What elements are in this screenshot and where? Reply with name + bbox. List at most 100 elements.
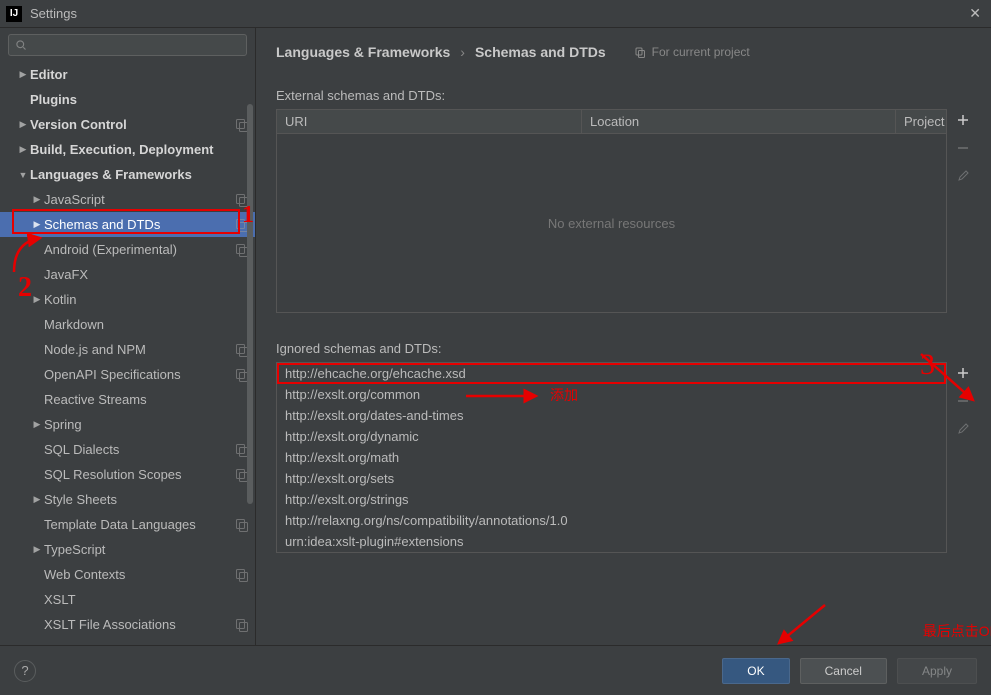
copy-icon — [634, 46, 646, 58]
sidebar-item-version-control[interactable]: ▶Version Control — [0, 112, 255, 137]
ignored-schemas-list[interactable]: http://ehcache.org/ehcache.xsdhttp://exs… — [276, 362, 947, 553]
footer: ? OK Cancel Apply — [0, 645, 991, 695]
ignored-schema-row[interactable]: http://ehcache.org/ehcache.xsd — [277, 363, 946, 384]
ignored-section-label: Ignored schemas and DTDs: — [276, 341, 977, 356]
table-header: URI Location Project — [277, 110, 946, 134]
sidebar-item-kotlin[interactable]: ▶Kotlin — [0, 287, 255, 312]
titlebar: IJ Settings ✕ — [0, 0, 991, 28]
sidebar-item-markdown[interactable]: Markdown — [0, 312, 255, 337]
chevron-icon: ▶ — [16, 144, 30, 155]
window-title: Settings — [30, 6, 965, 21]
sidebar-item-label: Kotlin — [44, 292, 249, 307]
sidebar-item-label: Template Data Languages — [44, 517, 235, 532]
sidebar-item-sql-resolution-scopes[interactable]: SQL Resolution Scopes — [0, 462, 255, 487]
project-scope-badge: For current project — [634, 45, 750, 59]
sidebar-item-spring[interactable]: ▶Spring — [0, 412, 255, 437]
ignored-schema-row[interactable]: http://exslt.org/sets — [277, 468, 946, 489]
annotation-ok-label: 最后点击OK — [923, 621, 991, 641]
edit-ignored-button[interactable] — [954, 420, 972, 438]
sidebar-item-javafx[interactable]: JavaFX — [0, 262, 255, 287]
annotation-mark-3: 3 — [920, 348, 935, 382]
help-button[interactable]: ? — [14, 660, 36, 682]
th-uri[interactable]: URI — [277, 110, 582, 133]
sidebar-item-android-experimental-[interactable]: Android (Experimental) — [0, 237, 255, 262]
chevron-icon: ▶ — [16, 69, 30, 80]
add-external-button[interactable] — [954, 111, 972, 129]
breadcrumb-parent[interactable]: Languages & Frameworks — [276, 44, 450, 60]
sidebar-item-languages-frameworks[interactable]: ▼Languages & Frameworks — [0, 162, 255, 187]
sidebar-item-label: Schemas and DTDs — [44, 217, 235, 232]
sidebar-item-javascript[interactable]: ▶JavaScript — [0, 187, 255, 212]
sidebar-item-build-execution-deployment[interactable]: ▶Build, Execution, Deployment — [0, 137, 255, 162]
sidebar-item-label: Web Contexts — [44, 567, 235, 582]
app-logo: IJ — [6, 6, 22, 22]
ignored-schema-row[interactable]: http://exslt.org/strings — [277, 489, 946, 510]
sidebar-item-label: Version Control — [30, 117, 235, 132]
search-input[interactable] — [8, 34, 247, 56]
breadcrumb-current: Schemas and DTDs — [475, 44, 606, 60]
external-actions — [949, 109, 977, 313]
sidebar-item-editor[interactable]: ▶Editor — [0, 62, 255, 87]
search-field[interactable] — [31, 38, 240, 52]
sidebar-item-template-data-languages[interactable]: Template Data Languages — [0, 512, 255, 537]
sidebar-item-label: Markdown — [44, 317, 249, 332]
chevron-icon: ▼ — [16, 170, 30, 180]
sidebar-item-label: XSLT — [44, 592, 249, 607]
main-panel: Languages & Frameworks › Schemas and DTD… — [256, 28, 991, 645]
close-icon[interactable]: ✕ — [965, 5, 985, 22]
sidebar-item-style-sheets[interactable]: ▶Style Sheets — [0, 487, 255, 512]
external-schemas-table: URI Location Project No external resourc… — [276, 109, 947, 313]
external-section-label: External schemas and DTDs: — [276, 88, 977, 103]
sidebar-item-reactive-streams[interactable]: Reactive Streams — [0, 387, 255, 412]
sidebar-item-label: Plugins — [30, 92, 249, 107]
sidebar-item-schemas-and-dtds[interactable]: ▶Schemas and DTDs — [0, 212, 255, 237]
sidebar-item-label: JavaScript — [44, 192, 235, 207]
chevron-icon: ▶ — [16, 119, 30, 130]
sidebar-item-web-contexts[interactable]: Web Contexts — [0, 562, 255, 587]
sidebar-item-xslt[interactable]: XSLT — [0, 587, 255, 612]
chevron-icon: ▶ — [30, 544, 44, 555]
sidebar-item-node-js-and-npm[interactable]: Node.js and NPM — [0, 337, 255, 362]
sidebar-item-label: Android (Experimental) — [44, 242, 235, 257]
cancel-button[interactable]: Cancel — [800, 658, 887, 684]
sidebar-item-label: SQL Dialects — [44, 442, 235, 457]
ignored-schema-row[interactable]: urn:idea:xslt-plugin#extensions — [277, 531, 946, 552]
sidebar-item-label: Reactive Streams — [44, 392, 249, 407]
sidebar-item-xslt-file-associations[interactable]: XSLT File Associations — [0, 612, 255, 637]
sidebar-item-plugins[interactable]: Plugins — [0, 87, 255, 112]
sidebar-item-typescript[interactable]: ▶TypeScript — [0, 537, 255, 562]
annotation-mark-1: 1 — [242, 202, 254, 229]
annotation-arrow-ok — [771, 601, 831, 649]
sidebar-item-label: TypeScript — [44, 542, 249, 557]
apply-button[interactable]: Apply — [897, 658, 977, 684]
edit-external-button[interactable] — [954, 167, 972, 185]
chevron-icon: ▶ — [30, 294, 44, 305]
empty-message: No external resources — [277, 134, 946, 312]
sidebar-item-openapi-specifications[interactable]: OpenAPI Specifications — [0, 362, 255, 387]
ignored-schema-row[interactable]: http://exslt.org/dynamic — [277, 426, 946, 447]
ignored-schema-row[interactable]: http://exslt.org/common — [277, 384, 946, 405]
chevron-icon: ▶ — [30, 194, 44, 205]
sidebar-item-sql-dialects[interactable]: SQL Dialects — [0, 437, 255, 462]
annotation-mark-2: 2 — [18, 272, 32, 304]
breadcrumb: Languages & Frameworks › Schemas and DTD… — [276, 38, 977, 66]
add-ignored-button[interactable] — [954, 364, 972, 382]
remove-ignored-button[interactable] — [954, 392, 972, 410]
ok-button[interactable]: OK — [722, 658, 789, 684]
chevron-icon: ▶ — [30, 494, 44, 505]
th-project[interactable]: Project — [896, 110, 946, 133]
sidebar: ▶EditorPlugins▶Version Control▶Build, Ex… — [0, 28, 256, 645]
ignored-actions — [949, 362, 977, 553]
ignored-schema-row[interactable]: http://exslt.org/dates-and-times — [277, 405, 946, 426]
sidebar-scrollbar[interactable] — [247, 88, 253, 635]
sidebar-item-label: Build, Execution, Deployment — [30, 142, 249, 157]
chevron-icon: ▶ — [30, 219, 44, 230]
th-location[interactable]: Location — [582, 110, 896, 133]
chevron-icon: ▶ — [30, 419, 44, 430]
remove-external-button[interactable] — [954, 139, 972, 157]
sidebar-item-label: Editor — [30, 67, 249, 82]
ignored-schema-row[interactable]: http://exslt.org/math — [277, 447, 946, 468]
sidebar-item-label: JavaFX — [44, 267, 249, 282]
sidebar-item-label: OpenAPI Specifications — [44, 367, 235, 382]
ignored-schema-row[interactable]: http://relaxng.org/ns/compatibility/anno… — [277, 510, 946, 531]
